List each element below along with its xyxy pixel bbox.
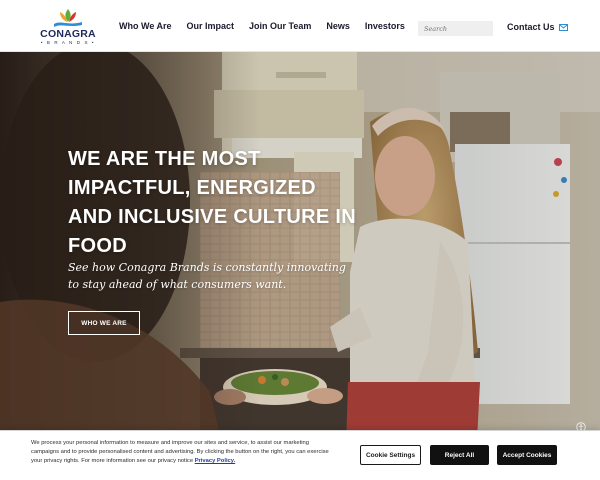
mail-icon [558,23,568,31]
main-nav: Who We Are Our Impact Join Our Team News… [119,21,420,31]
accept-cookies-button[interactable]: Accept Cookies [497,445,557,465]
who-we-are-button[interactable]: WHO WE ARE [68,311,140,335]
contact-us-label: Contact Us [507,22,555,32]
reject-all-button[interactable]: Reject All [430,445,489,465]
nav-item-investors[interactable]: Investors [365,21,405,31]
logo-subtitle: • B R A N D S • [40,40,96,45]
hero-subtitle: See how Conagra Brands is constantly inn… [68,261,346,291]
cookie-message: We process your personal information to … [31,440,329,464]
cookie-banner: We process your personal information to … [0,430,600,480]
privacy-policy-link[interactable]: Privacy Policy. [195,458,236,464]
hero-title: WE ARE THE MOST IMPACTFUL, ENERGIZED AND… [68,148,356,257]
search-input[interactable] [418,21,493,36]
hero-section: WE ARE THE MOST IMPACTFUL, ENERGIZED AND… [0,52,600,480]
nav-item-who-we-are[interactable]: Who We Are [119,21,172,31]
site-header: CONAGRA • B R A N D S • Who We Are Our I… [0,0,600,52]
nav-item-our-impact[interactable]: Our Impact [187,21,235,31]
cookie-settings-button[interactable]: Cookie Settings [360,445,421,465]
contact-us-link[interactable]: Contact Us [507,22,568,32]
logo-wordmark: CONAGRA [40,28,96,40]
cookie-text: We process your personal information to … [31,439,336,466]
nav-item-news[interactable]: News [326,21,350,31]
conagra-logo[interactable]: CONAGRA • B R A N D S • [40,8,96,46]
logo-mark-icon [54,9,82,27]
nav-item-join-our-team[interactable]: Join Our Team [249,21,311,31]
